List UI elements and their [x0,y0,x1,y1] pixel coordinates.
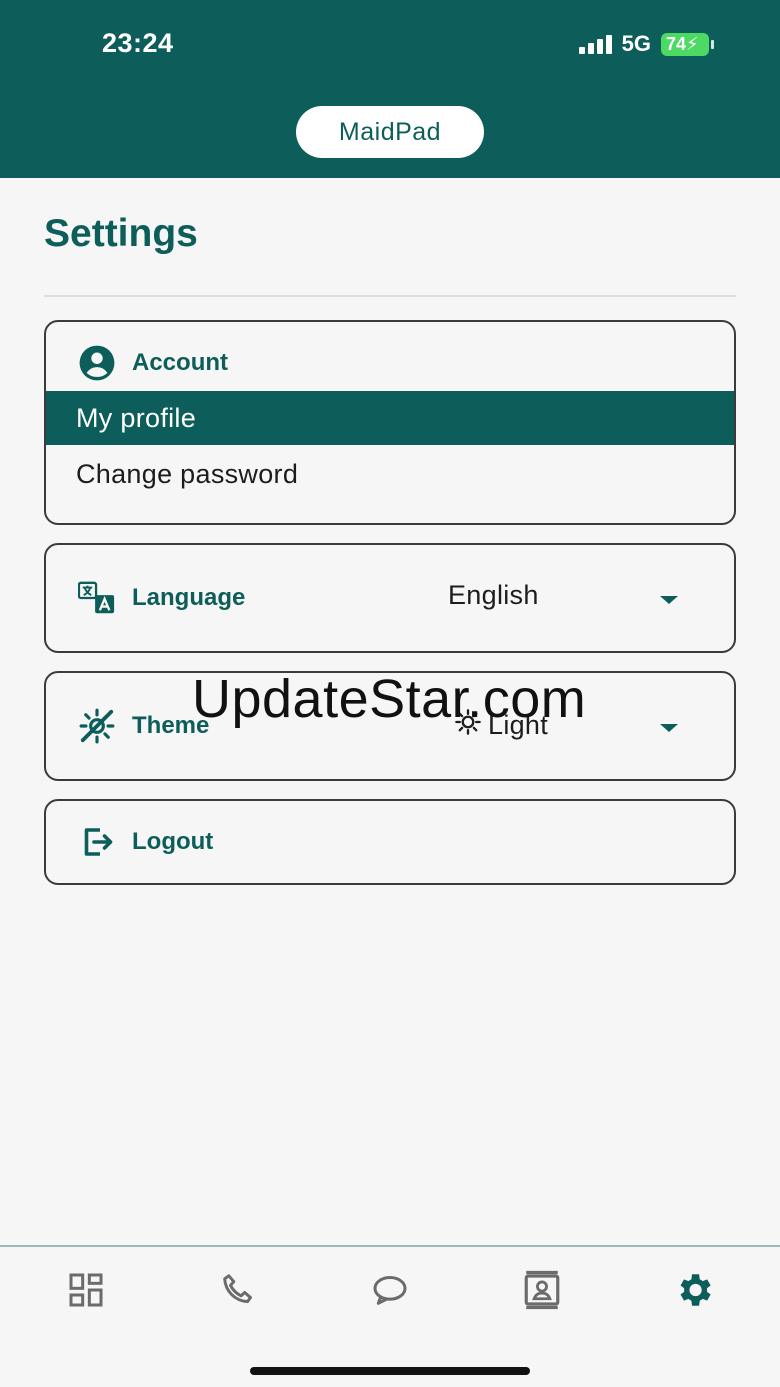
logout-label: Logout [132,828,214,855]
language-value: English [448,580,539,610]
change-password-label: Change password [76,458,299,489]
my-profile-item[interactable]: My profile [46,391,734,445]
account-heading: Account [132,349,228,376]
language-select[interactable]: English [448,580,539,611]
battery-level: 74⚡ [661,32,709,56]
app-name-badge: MaidPad [296,106,484,158]
nav-calls[interactable] [208,1262,268,1322]
theme-select[interactable]: Light [454,708,548,743]
title-divider [44,295,736,297]
theme-icon [78,707,116,745]
account-section-header: Account [78,344,228,382]
logout-card[interactable]: Logout [44,799,736,885]
phone-icon [218,1270,258,1315]
translate-icon [78,579,116,617]
status-indicators: 5G 74⚡ [578,30,714,58]
language-heading: Language [132,584,246,611]
contact-card-icon [521,1269,563,1316]
my-profile-label: My profile [76,402,197,433]
language-section-header: Language [78,579,245,617]
app-name: MaidPad [338,117,442,146]
gear-icon [673,1269,715,1316]
change-password-item[interactable]: Change password [46,447,734,501]
network-type: 5G [621,31,651,56]
dashboard-icon [66,1270,106,1315]
home-indicator[interactable] [250,1367,530,1375]
signal-icon [578,34,612,54]
account-circle-icon [78,344,116,382]
language-card[interactable]: Language English [44,543,736,653]
language-dropdown-icon[interactable] [660,596,678,604]
logout-button[interactable]: Logout [78,823,213,861]
nav-dashboard[interactable] [56,1262,116,1322]
bottom-nav [0,1247,780,1337]
sun-icon [454,708,482,743]
nav-messages[interactable] [360,1262,420,1322]
logout-icon [78,823,116,861]
theme-value: Light [488,710,549,740]
theme-dropdown-icon[interactable] [660,724,678,732]
account-card: Account My profile Change password [44,320,736,525]
nav-contacts[interactable] [512,1262,572,1322]
nav-settings[interactable] [664,1262,724,1322]
app-header: 23:24 5G 74⚡ MaidPad [0,0,780,178]
status-time: 23:24 [102,28,174,58]
chat-icon [369,1270,411,1315]
theme-section-header: Theme [78,707,209,745]
page-title: Settings [44,212,198,255]
battery-icon: 74⚡ [661,32,714,56]
theme-heading: Theme [132,712,210,739]
theme-card[interactable]: Theme Light [44,671,736,781]
